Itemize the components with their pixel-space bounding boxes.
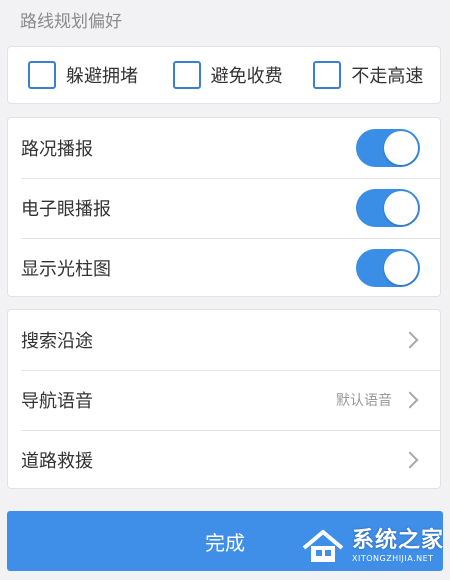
list-item-label: 导航语音 — [21, 391, 93, 412]
done-button[interactable]: 完成 — [7, 511, 443, 571]
navigation-options-card: 搜索沿途 导航语音 默认语音 道路救援 — [7, 309, 441, 489]
list-item-navigation-voice[interactable]: 导航语音 默认语音 — [8, 370, 440, 430]
done-button-label: 完成 — [205, 530, 245, 555]
current-voice-value: 默认语音 — [336, 393, 392, 409]
chevron-right-icon — [401, 451, 419, 469]
list-item-label: 道路救援 — [21, 451, 93, 472]
list-item-search-along-route[interactable]: 搜索沿途 — [8, 310, 440, 370]
chevron-right-icon — [401, 331, 419, 349]
setting-row-camera-broadcast: 电子眼播报 — [8, 178, 440, 238]
camera-broadcast-toggle[interactable] — [356, 189, 420, 227]
toggle-knob — [384, 131, 418, 165]
toggle-knob — [384, 251, 418, 285]
traffic-broadcast-toggle[interactable] — [356, 129, 420, 167]
checkbox-icon[interactable] — [172, 61, 201, 89]
chevron-right-icon — [401, 391, 419, 409]
list-item-label: 搜索沿途 — [21, 331, 93, 352]
light-bar-toggle[interactable] — [356, 249, 420, 287]
preference-avoid-congestion[interactable]: 躲避拥堵 — [8, 61, 155, 89]
checkbox-icon[interactable] — [28, 61, 56, 89]
broadcast-settings-card: 路况播报 电子眼播报 显示光柱图 — [7, 117, 441, 297]
toggle-knob — [384, 191, 418, 225]
route-preference-card: 躲避拥堵 避免收费 不走高速 — [7, 46, 441, 104]
setting-label: 电子眼播报 — [21, 199, 111, 220]
setting-row-light-bar: 显示光柱图 — [8, 238, 440, 298]
preference-label: 躲避拥堵 — [66, 66, 138, 87]
setting-label: 显示光柱图 — [21, 259, 111, 280]
list-item-roadside-assistance[interactable]: 道路救援 — [8, 430, 440, 490]
setting-row-traffic-broadcast: 路况播报 — [8, 118, 440, 178]
section-title: 路线规划偏好 — [20, 12, 122, 32]
preference-avoid-highways[interactable]: 不走高速 — [299, 61, 440, 89]
preference-label: 不走高速 — [351, 66, 424, 87]
preference-label: 避免收费 — [210, 66, 283, 87]
checkbox-icon[interactable] — [313, 61, 342, 89]
preference-avoid-tolls[interactable]: 避免收费 — [155, 61, 300, 89]
setting-label: 路况播报 — [21, 139, 93, 160]
